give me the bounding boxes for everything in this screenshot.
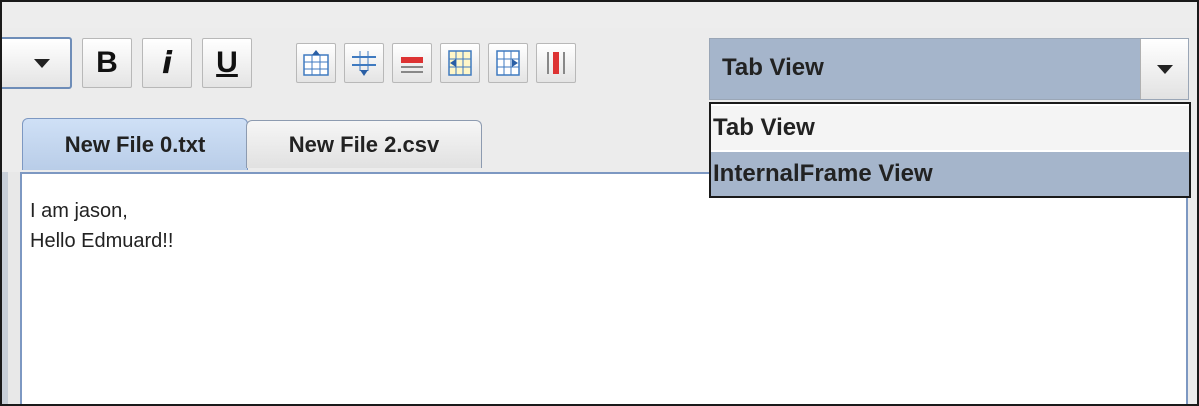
underline-button[interactable]: U [202,38,252,88]
editor-line: Hello Edmuard!! [30,230,174,252]
delete-row-button[interactable] [392,43,432,83]
insert-column-right-icon [496,50,520,76]
tab-label: New File 2.csv [288,131,440,157]
toolbar-dropdown-button[interactable] [2,37,72,89]
view-mode-dropdown-list: Tab View InternalFrame View [709,102,1191,198]
insert-row-above-icon [303,50,329,76]
delete-row-icon [401,57,423,73]
insert-column-right-button[interactable] [488,43,528,83]
window-top-strip [2,2,1197,28]
insert-row-above-button[interactable] [296,43,336,83]
text-editor[interactable]: I am jason, Hello Edmuard!! [20,172,1188,404]
bold-button[interactable]: B [82,38,132,88]
insert-row-below-icon [352,51,376,76]
view-mode-selected-value: Tab View [722,54,824,81]
editor-line: I am jason, [30,200,128,222]
tab-new-file-2[interactable]: New File 2.csv [246,120,482,168]
left-scroll-edge [2,172,20,404]
view-mode-select[interactable]: Tab View [709,38,1189,100]
underline-label: U [216,46,238,79]
app-window: B i U Tab View New File 0.txt New File 2… [0,0,1199,406]
delete-column-button[interactable] [536,43,576,83]
chevron-down-icon [1156,64,1173,74]
delete-column-icon [547,52,565,74]
insert-column-left-icon [448,50,472,76]
italic-button[interactable]: i [142,38,192,88]
insert-row-below-button[interactable] [344,43,384,83]
tab-label: New File 0.txt [64,131,206,157]
bold-label: B [96,46,118,79]
option-tab-view[interactable]: Tab View [711,106,1189,150]
insert-column-left-button[interactable] [440,43,480,83]
italic-label: i [161,45,173,81]
option-internalframe-view[interactable]: InternalFrame View [711,152,1189,196]
tab-new-file-0[interactable]: New File 0.txt [22,118,248,170]
chevron-down-icon [34,58,50,68]
view-mode-dropdown-button[interactable] [1140,39,1188,99]
